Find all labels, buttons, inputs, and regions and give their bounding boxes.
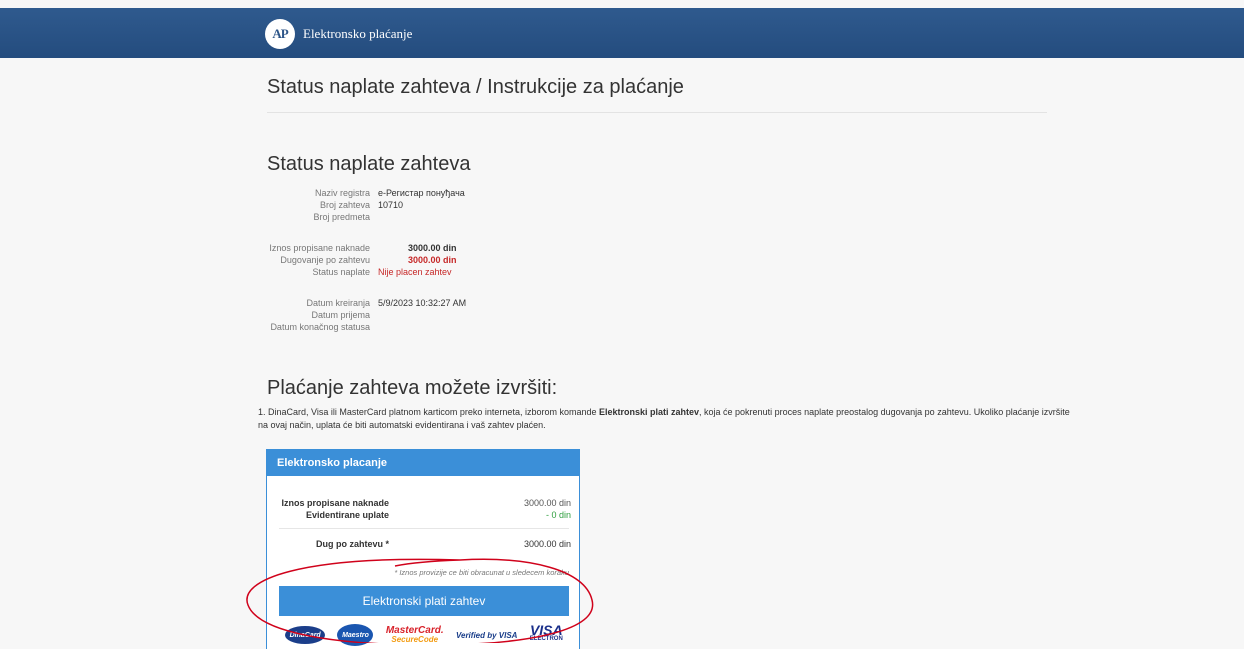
electronic-payment-panel: Elektronsko placanje Iznos propisane nak… [266, 449, 580, 649]
brand-name: Elektronsko plaćanje [303, 26, 413, 41]
status-section-title: Status naplate zahteva [267, 153, 471, 175]
apr-logo: AP [265, 19, 295, 49]
panel-debt-value: 3000.00 din [523, 539, 571, 549]
pay-electronically-button[interactable]: Elektronski plati zahtev [279, 586, 569, 616]
payment-instructions: 1. DinaCard, Visa ili MasterCard platnom… [258, 406, 1078, 432]
debt-row: Dugovanje po zahtevu 3000.00 din [258, 254, 658, 266]
panel-paid-label: Evidentirane uplate [305, 510, 389, 520]
payment-info: Iznos propisane naknade 3000.00 din Dugo… [258, 242, 658, 278]
request-number-label: Broj zahteva [319, 200, 370, 210]
dinacard-logo: DinaCard [285, 626, 326, 644]
panel-divider [279, 528, 569, 529]
case-number-row: Broj predmeta [258, 211, 658, 223]
fee-row: Iznos propisane naknade 3000.00 din [258, 242, 658, 254]
panel-title: Elektronsko placanje [267, 450, 579, 476]
verified-by-visa-logo: Verified by VISA [455, 630, 518, 640]
created-date-label: Datum kreiranja [306, 298, 370, 308]
registry-value: е-Регистар понуђача [378, 188, 465, 198]
payment-status-label: Status naplate [312, 267, 370, 277]
received-date-label: Datum prijema [311, 310, 370, 320]
fee-label: Iznos propisane naknade [269, 243, 370, 253]
payment-status-row: Status naplate Nije placen zahtev [258, 266, 658, 278]
panel-fee-label: Iznos propisane naknade [281, 498, 389, 508]
fee-breakdown: Iznos propisane naknade 3000.00 din Evid… [279, 497, 571, 521]
visa-electron-logo: VISA ELECTRON [530, 623, 563, 644]
title-divider [267, 112, 1047, 113]
card-logos: DinaCard Maestro MasterCard. SecureCode … [279, 622, 569, 648]
final-status-date-row: Datum konačnog statusa [258, 321, 658, 333]
payment-section-title: Plaćanje zahteva možete izvršiti: [267, 377, 558, 399]
instruction-command: Elektronski plati zahtev [598, 407, 700, 417]
panel-fee-row: Iznos propisane naknade 3000.00 din [279, 497, 571, 509]
request-number-value: 10710 [378, 200, 404, 210]
brand[interactable]: AP Elektronsko plaćanje [265, 19, 412, 49]
final-status-date-label: Datum konačnog statusa [270, 322, 370, 332]
mastercard-securecode-logo: MasterCard. SecureCode [386, 626, 444, 645]
case-number-label: Broj predmeta [313, 212, 370, 222]
registry-label: Naziv registra [314, 188, 370, 198]
created-date-row: Datum kreiranja 5/9/2023 10:32:27 AM [258, 297, 658, 309]
dates-info: Datum kreiranja 5/9/2023 10:32:27 AM Dat… [258, 297, 658, 333]
received-date-row: Datum prijema [258, 309, 658, 321]
created-date-value: 5/9/2023 10:32:27 AM [378, 298, 467, 308]
page-title: Status naplate zahteva / Instrukcije za … [267, 76, 684, 98]
instruction-text-pre: 1. DinaCard, Visa ili MasterCard platnom… [258, 407, 599, 417]
fee-value: 3000.00 din [408, 243, 457, 253]
request-number-row: Broj zahteva 10710 [258, 199, 658, 211]
debt-label: Dugovanje po zahtevu [280, 255, 370, 265]
commission-note: * Iznos provizije ce biti obracunat u sl… [394, 568, 569, 577]
panel-paid-value: - 0 din [545, 510, 571, 520]
panel-fee-value: 3000.00 din [523, 498, 571, 508]
registry-row: Naziv registra е-Регистар понуђача [258, 187, 658, 199]
payment-status-value: Nije placen zahtev [378, 267, 452, 277]
panel-debt-row: Dug po zahtevu * 3000.00 din [279, 539, 571, 549]
panel-debt-label: Dug po zahtevu * [315, 539, 389, 549]
debt-value: 3000.00 din [408, 255, 457, 265]
request-info: Naziv registra е-Регистар понуђача Broj … [258, 187, 658, 223]
top-navbar: AP Elektronsko plaćanje [0, 8, 1244, 58]
panel-paid-row: Evidentirane uplate - 0 din [279, 509, 571, 521]
